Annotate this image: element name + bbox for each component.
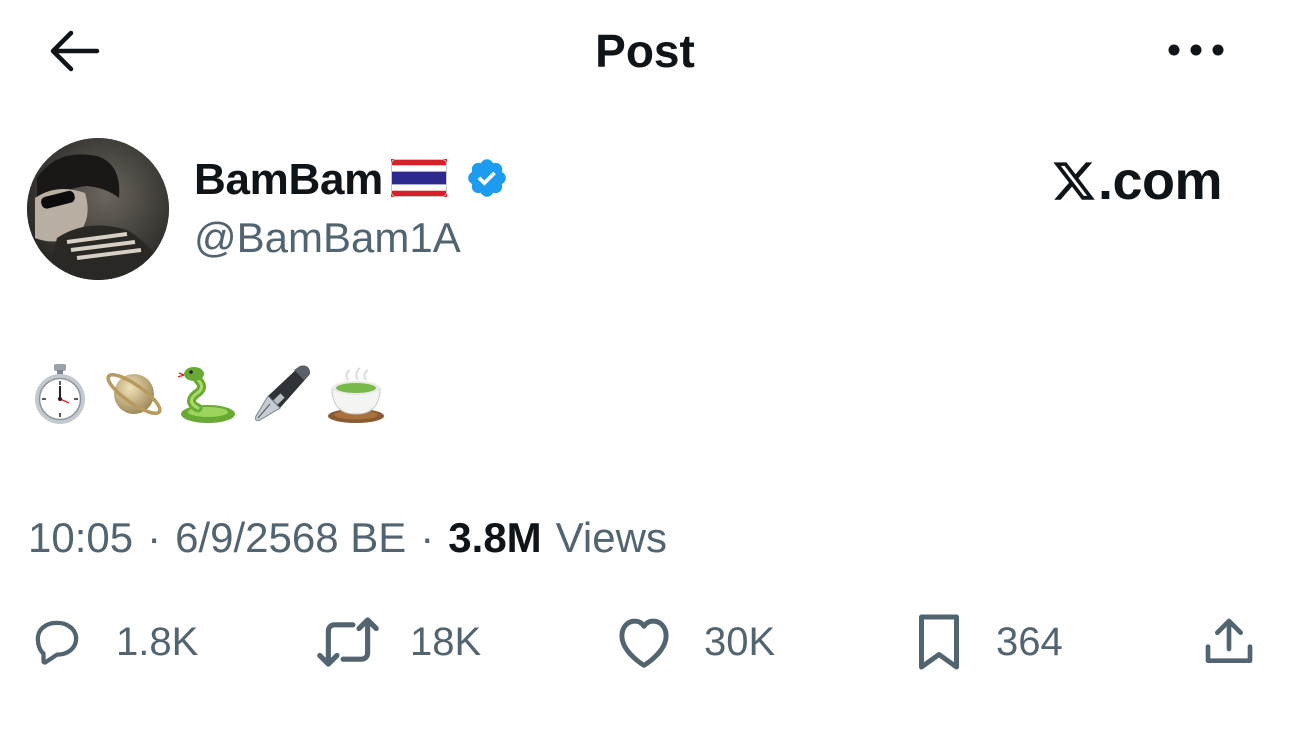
like-button[interactable]: 30K (614, 610, 775, 674)
display-name: BamBam (194, 155, 383, 204)
heart-icon (619, 618, 669, 668)
share-upload-icon (1205, 618, 1253, 663)
avatar[interactable] (27, 138, 169, 280)
meta-separator: · (147, 514, 162, 561)
meta-separator: · (420, 514, 435, 561)
repost-button[interactable]: 18K (316, 610, 481, 674)
green-tea-icon (328, 367, 384, 423)
page-title: Post (595, 25, 695, 77)
author-name-row[interactable]: BamBam (194, 152, 509, 208)
arrow-left-icon (50, 30, 100, 72)
x-com-watermark: .com (1050, 150, 1223, 212)
views-count[interactable]: 3.8M (448, 514, 541, 562)
bookmark-icon (919, 614, 959, 670)
verified-badge-icon (465, 156, 509, 205)
repost-count: 18K (410, 619, 482, 664)
bookmark-button[interactable]: 364 (912, 610, 1063, 674)
stopwatch-icon (35, 364, 85, 424)
like-count: 30K (704, 619, 776, 664)
post-meta: 10:05 · 6/9/2568 BE · 3.8M Views (28, 514, 667, 562)
more-options-button[interactable] (1156, 24, 1236, 76)
post-time[interactable]: 10:05 (28, 514, 133, 562)
thailand-flag-icon (390, 158, 447, 202)
fountain-pen-icon (255, 365, 310, 421)
post-text-emojis (28, 358, 388, 430)
author-handle[interactable]: @BamBam1A (194, 214, 461, 262)
ringed-planet-icon (106, 373, 162, 415)
views-label[interactable]: Views (556, 514, 667, 562)
watermark-text: .com (1098, 151, 1223, 211)
reply-icon (35, 620, 79, 665)
reply-count: 1.8K (116, 619, 199, 664)
snake-icon (177, 367, 235, 423)
share-button[interactable] (1200, 610, 1258, 674)
repost-icon (317, 617, 379, 667)
back-button[interactable] (40, 22, 106, 80)
reply-button[interactable]: 1.8K (28, 610, 198, 674)
post-date[interactable]: 6/9/2568 BE (175, 514, 406, 562)
more-horizontal-icon (1168, 44, 1224, 56)
bookmark-count: 364 (996, 619, 1063, 664)
x-logo-icon (1053, 162, 1095, 200)
